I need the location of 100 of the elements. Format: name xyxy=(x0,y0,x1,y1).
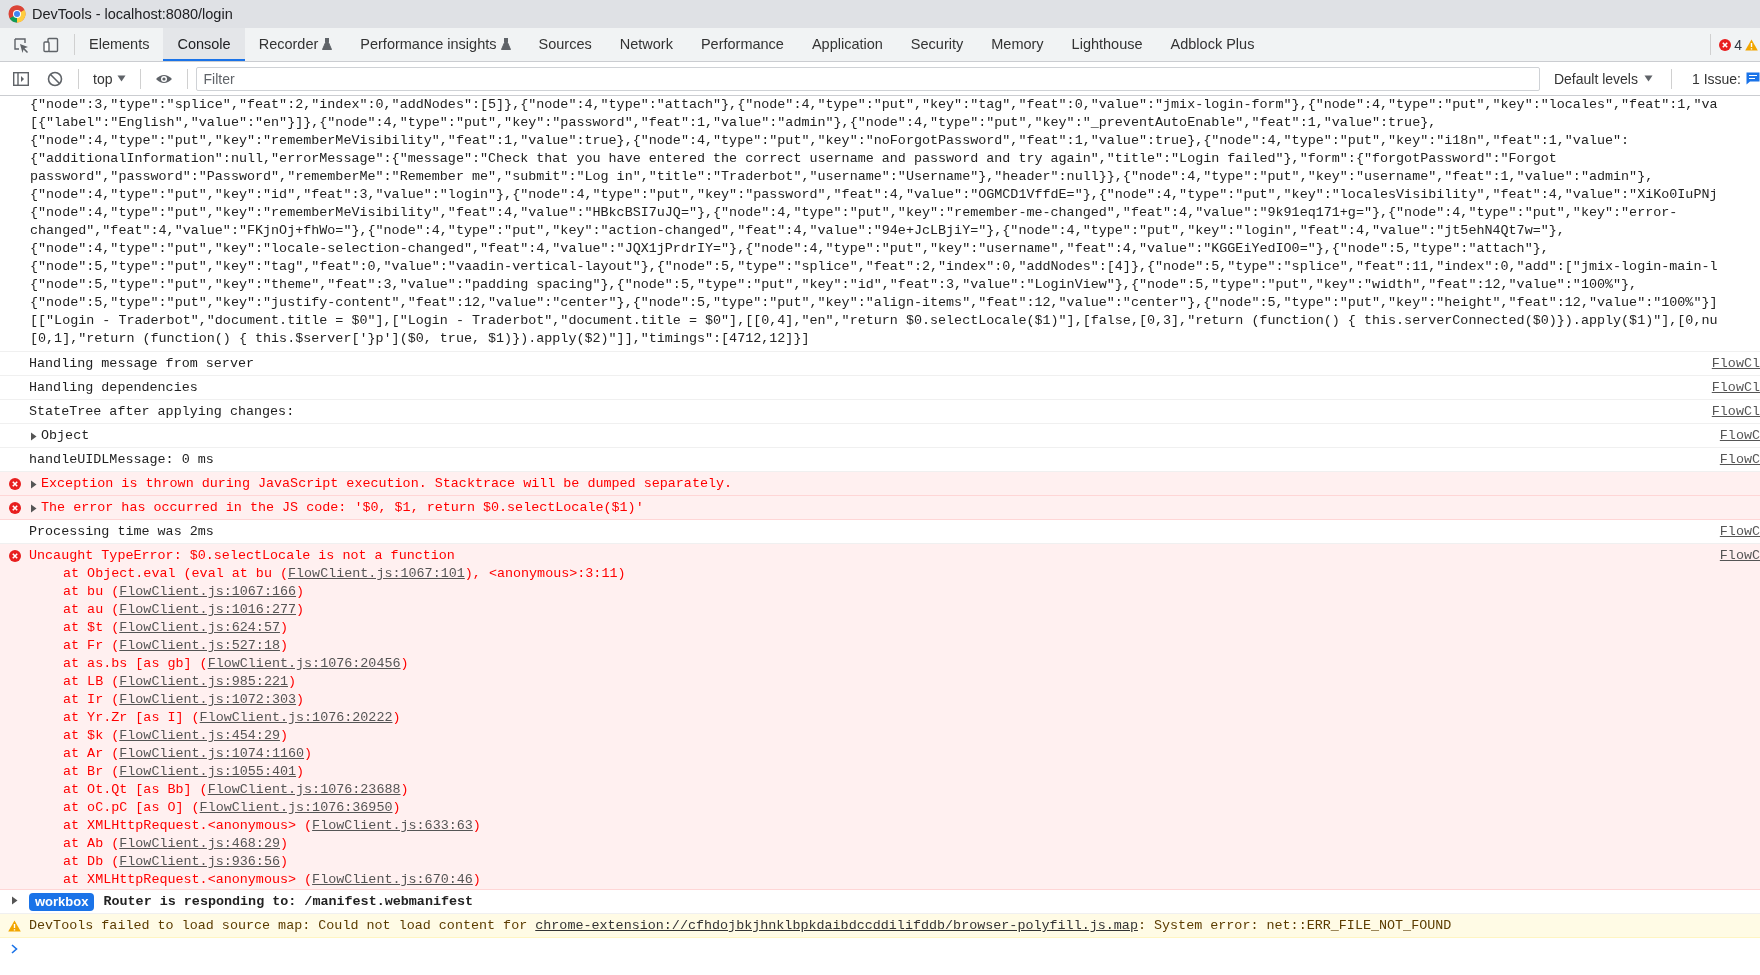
source-link[interactable]: FlowCl xyxy=(1711,355,1760,373)
source-link[interactable]: FlowC xyxy=(1719,427,1760,445)
log-text-line: {"node":4,"type":"put","key":"rememberMeVisibility","feat":4,"value":"HBkcBSI7uJQ="},{"node":4,"type":"put","key":"remember-me-changed","feat":4,"value":"9k91eq171+g="},{"node":4,"type":"put","key":"error- xyxy=(30,204,1679,222)
source-link[interactable]: FlowClient.js:985:221 xyxy=(119,674,288,689)
prompt-chevron-icon xyxy=(11,944,18,954)
error-icon xyxy=(8,478,21,490)
eye-icon xyxy=(155,72,174,85)
log-text-line: password","password":"Password","rememberMe":"Remember me","submit":"Log in","title":"Traderbot","username":"Username"},"header":null}},{"node":4,"type":"put","key":"username","feat":1,"value":"admin"}, xyxy=(30,168,1655,186)
panel-tab[interactable]: Elements xyxy=(75,28,164,61)
source-link[interactable]: FlowClient.js:1076:23688 xyxy=(207,782,401,797)
stack-frame: at XMLHttpRequest.<anonymous> (FlowClient.js:670:46) xyxy=(29,871,1760,889)
sidebar-icon xyxy=(13,71,29,86)
message-text: Processing time was 2ms xyxy=(29,523,214,541)
source-link[interactable]: FlowClient.js:468:29 xyxy=(119,836,280,851)
stack-frame: at $k (FlowClient.js:454:29) xyxy=(29,727,1760,745)
source-link[interactable]: FlowClient.js:1016:277 xyxy=(119,602,297,617)
message-text: handleUIDLMessage: 0 ms xyxy=(29,451,214,469)
source-link[interactable]: FlowClient.js:936:56 xyxy=(119,854,280,869)
source-link[interactable]: FlowClient.js:1076:20222 xyxy=(199,710,393,725)
panel-tab[interactable]: Security xyxy=(896,28,978,61)
source-link[interactable]: FlowClient.js:1067:166 xyxy=(119,584,297,599)
log-text-line: {"node":3,"type":"splice","feat":2,"index":0,"addNodes":[5]},{"node":4,"type":"attach"},{"node":4,"type":"put","key":"tag","feat":0,"value":"jmix-login-form"},{"node":4,"type":"put","key":"locales","feat":1,"va xyxy=(30,96,1719,114)
stack-frame: at Ir (FlowClient.js:1072:303) xyxy=(29,691,1760,709)
source-link[interactable]: FlowClient.js:527:18 xyxy=(119,638,280,653)
error-icon xyxy=(1719,38,1732,51)
stack-frame: at LB (FlowClient.js:985:221) xyxy=(29,673,1760,691)
source-link[interactable]: FlowCl xyxy=(1711,379,1760,397)
source-link[interactable]: FlowCl xyxy=(1711,403,1760,421)
message-text: DevTools failed to load source map: Could not load content for chrome-extension://cfhdojbkjhnklbpkdaibdccddilifddb/browser-polyfill.js.map: System error: net::ERR_FILE_NOT_FOUND xyxy=(29,917,1452,935)
stack-frame: at Br (FlowClient.js:1055:401) xyxy=(29,763,1760,781)
stack-frame: at au (FlowClient.js:1016:277) xyxy=(29,601,1760,619)
warning-icon xyxy=(1745,38,1758,51)
message-text: Router is responding to: /manifest.webmanifest xyxy=(103,893,474,911)
source-link[interactable]: FlowClient.js:1067:101 xyxy=(288,566,465,581)
source-link[interactable]: FlowC xyxy=(1719,523,1760,541)
source-link[interactable]: FlowClient.js:1074:1160 xyxy=(119,746,305,761)
log-text-line: [{"label":"English","value":"en"}]},{"node":4,"type":"put","key":"password","feat":1,"value":"admin"},{"node":4,"type":"put","key":"_preventAutoEnable","feat":1,"value":true}, xyxy=(30,114,1438,132)
app-logo-icon xyxy=(8,5,26,23)
source-link[interactable]: FlowClient.js:1055:401 xyxy=(119,764,297,779)
expand-triangle-icon[interactable] xyxy=(29,431,38,441)
error-icon xyxy=(8,550,21,562)
message-text: Handling dependencies xyxy=(29,379,198,397)
stack-frame: at Ot.Qt [as Bb] (FlowClient.js:1076:23688) xyxy=(29,781,1760,799)
filter-field[interactable]: Filter xyxy=(196,66,1540,91)
stack-frame: at Ab (FlowClient.js:468:29) xyxy=(29,835,1760,853)
stack-frame: at as.bs [as gb] (FlowClient.js:1076:20456) xyxy=(29,655,1760,673)
caret-icon xyxy=(1643,75,1653,82)
message-text: Uncaught TypeError: $0.selectLocale is not a function xyxy=(29,547,455,565)
source-link[interactable]: FlowClient.js:454:29 xyxy=(119,728,280,743)
log-levels-dropdown[interactable]: Default levels xyxy=(1543,70,1663,87)
cursor-icon xyxy=(13,36,29,53)
stack-frame: at oC.pC [as O] (FlowClient.js:1076:36950) xyxy=(29,799,1760,817)
stack-frame: at bu (FlowClient.js:1067:166) xyxy=(29,583,1760,601)
log-text-line: changed","feat":4,"value":"FKjnOj+fhWo="},{"node":4,"type":"put","key":"action-changed","feat":4,"value":"94e+JcLBjiY="},{"node":4,"type":"put","key":"login","feat":4,"value":"jt5ehN4Qt7w="}, xyxy=(30,222,1566,240)
panel-tab[interactable]: Sources xyxy=(524,28,606,61)
log-text-line: {"node":5,"type":"put","key":"tag","feat":0,"value":"vaadin-vertical-layout"},{"node":5,"type":"splice","feat":2,"index":0,"addNodes":[4]},{"node":5,"type":"splice","feat":11,"index":0,"add":["jmix-login-main-l xyxy=(30,258,1719,276)
object-label[interactable]: Object xyxy=(41,427,90,445)
issue-counter[interactable]: 4 xyxy=(1710,34,1760,55)
window-title: DevTools - localhost:8080/login xyxy=(32,6,233,22)
panel-tab[interactable]: Console xyxy=(163,28,245,61)
source-link[interactable]: FlowClient.js:1076:20456 xyxy=(207,656,401,671)
message-text: The error has occurred in the JS code: '$0, $1, return $0.selectLocale($1)' xyxy=(41,499,644,517)
expand-triangle-icon[interactable] xyxy=(29,479,38,489)
source-link[interactable]: FlowClient.js:624:57 xyxy=(119,620,280,635)
log-text-line: [0,1],"return (function() { this.$server['}p']($0, true, $1)}).apply($2)"]],"timings":[4712,12]}] xyxy=(30,330,811,348)
stack-frame: at Object.eval (eval at bu (FlowClient.js:1067:101), <anonymous>:3:11) xyxy=(29,565,1760,583)
panel-tab[interactable]: Adblock Plus xyxy=(1156,28,1269,61)
message-text: StateTree after applying changes: xyxy=(29,403,295,421)
stack-frame: at Fr (FlowClient.js:527:18) xyxy=(29,637,1760,655)
log-text-line: {"node":5,"type":"put","key":"theme","feat":3,"value":"padding spacing"},{"node":5,"type":"put","key":"id","feat":3,"value":"LoginView"},{"node":5,"type":"put","key":"width","feat":12,"value":"100%"}, xyxy=(30,276,1639,294)
stack-frame: at Yr.Zr [as I] (FlowClient.js:1076:20222) xyxy=(29,709,1760,727)
log-text-line: {"node":5,"type":"put","key":"justify-content","feat":12,"value":"center"},{"node":5,"type":"put","key":"align-items","feat":12,"value":"center"},{"node":5,"type":"put","key":"height","feat":12,"value":"100%"}] xyxy=(30,294,1719,312)
source-link[interactable]: FlowC xyxy=(1719,451,1760,469)
log-text-line: {"additionalInformation":null,"errorMessage":{"message":"Check that you have entered the correct username and password and try again","title":"Login failed"},"form":{"forgotPassword":"Forgot xyxy=(30,150,1558,168)
log-text-line: {"node":4,"type":"put","key":"locale-selection-changed","feat":4,"value":"JQX1jPrdrIY="},{"node":4,"type":"put","key":"username","feat":4,"value":"KGGEiYedIO0="},{"node":5,"type":"attach"}, xyxy=(30,240,1550,258)
stack-frame: at $t (FlowClient.js:624:57) xyxy=(29,619,1760,637)
panel-tab[interactable]: Application xyxy=(797,28,897,61)
source-link[interactable]: FlowClient.js:670:46 xyxy=(312,872,473,887)
caret-icon xyxy=(117,75,127,82)
panel-tab[interactable]: Memory xyxy=(977,28,1058,61)
source-link[interactable]: FlowClient.js:1072:303 xyxy=(119,692,297,707)
panel-tab[interactable]: Lighthouse xyxy=(1057,28,1157,61)
source-link[interactable]: FlowC xyxy=(1719,547,1760,565)
expand-triangle-icon[interactable] xyxy=(29,503,38,513)
context-dropdown[interactable]: top xyxy=(87,70,133,87)
issues-button[interactable]: 1 Issue: xyxy=(1679,70,1760,87)
expand-triangle-icon[interactable] xyxy=(10,896,19,905)
error-icon xyxy=(8,502,21,514)
panel-tab[interactable]: Performance xyxy=(686,28,798,61)
stack-frame: at XMLHttpRequest.<anonymous> (FlowClient.js:633:63) xyxy=(29,817,1760,835)
stack-frame: at Ar (FlowClient.js:1074:1160) xyxy=(29,745,1760,763)
source-badge: workbox xyxy=(29,893,95,911)
panel-tab[interactable]: Recorder xyxy=(244,28,347,61)
panel-tab[interactable]: Performance insights xyxy=(346,28,525,61)
panel-tab[interactable]: Network xyxy=(605,28,687,61)
log-text-line: {"node":4,"type":"put","key":"rememberMeVisibility","feat":1,"value":true},{"node":4,"type":"put","key":"noForgotPassword","feat":1,"value":true},{"node":4,"type":"put","key":"i18n","feat":1,"value": xyxy=(30,132,1631,150)
warning-icon xyxy=(8,920,21,932)
source-link[interactable]: FlowClient.js:633:63 xyxy=(312,818,473,833)
source-link[interactable]: FlowClient.js:1076:36950 xyxy=(199,800,393,815)
source-map-link[interactable]: chrome-extension://cfhdojbkjhnklbpkdaibdccddilifddb/browser-polyfill.js.map xyxy=(535,918,1138,933)
